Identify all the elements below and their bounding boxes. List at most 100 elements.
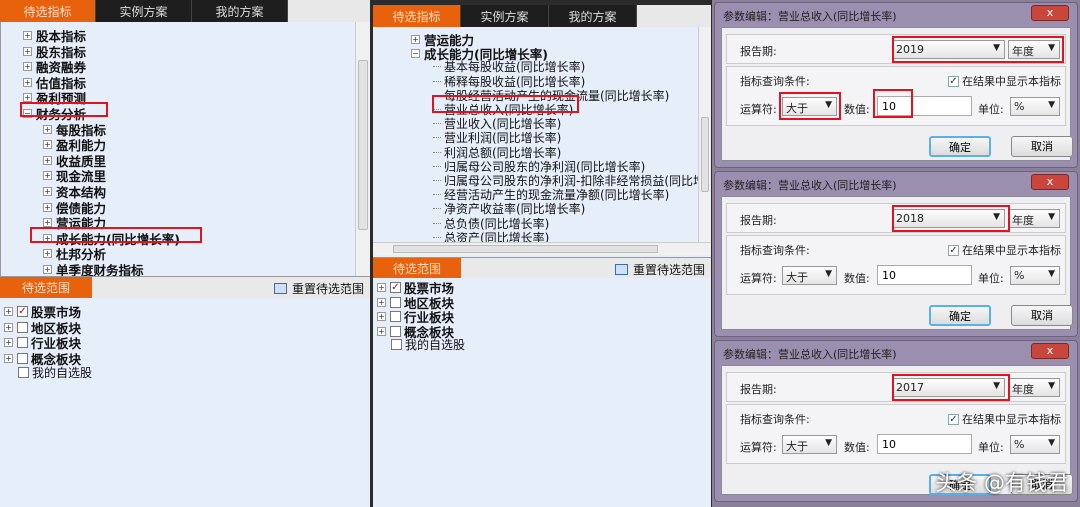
tab-candidate-indicators[interactable]: 待选指标 <box>373 5 461 27</box>
condition-label: 指标查询条件: <box>740 244 810 257</box>
close-button[interactable]: x <box>1031 5 1069 21</box>
expand-icon[interactable]: + <box>43 140 52 150</box>
expand-icon[interactable]: + <box>23 31 32 40</box>
highlight-operator <box>779 92 841 120</box>
tab-candidate-indicators[interactable]: 待选指标 <box>0 0 96 22</box>
unit-select[interactable]: % ▼ <box>1010 435 1060 454</box>
close-button[interactable]: x <box>1031 174 1069 190</box>
tree-line <box>433 208 441 210</box>
unit-select[interactable]: % ▼ <box>1010 266 1060 285</box>
checkbox[interactable] <box>18 367 29 378</box>
reset-range-button[interactable]: 重置待选范围 <box>273 280 364 297</box>
expand-icon[interactable]: + <box>411 35 420 44</box>
checkbox[interactable] <box>17 337 28 348</box>
show-in-result-checkbox[interactable]: ✓ 在结果中显示本指标 <box>948 73 1061 89</box>
expand-icon[interactable]: + <box>43 171 52 181</box>
checkbox[interactable]: ✓ <box>390 282 401 293</box>
show-in-result-checkbox[interactable]: ✓ 在结果中显示本指标 <box>948 242 1061 258</box>
reset-icon <box>614 264 628 275</box>
expand-icon[interactable]: + <box>4 307 13 316</box>
expand-icon[interactable]: + <box>43 265 52 274</box>
highlight-period <box>892 36 1064 63</box>
expand-icon[interactable]: + <box>23 62 32 72</box>
range-tree: + ✓ 股票市场 + 地区板块 + 行业板块 + 概念板块 我的自选股 <box>0 298 370 388</box>
expand-icon[interactable]: + <box>4 338 13 347</box>
operator-select[interactable]: 大于 ▼ <box>782 435 837 454</box>
middle-tabs: 待选指标 实例方案 我的方案 <box>373 5 711 27</box>
expand-icon[interactable]: + <box>377 297 386 307</box>
range-item[interactable]: 我的自选股 <box>18 364 92 381</box>
chevron-down-icon: ▼ <box>1048 212 1055 222</box>
show-in-result-label: 在结果中显示本指标 <box>962 244 1061 257</box>
left-scrollbar[interactable] <box>355 22 370 276</box>
tab-my-schemes[interactable]: 我的方案 <box>192 0 288 22</box>
expand-icon[interactable]: + <box>43 249 52 259</box>
operator-label: 运算符: <box>740 272 777 285</box>
tree-line <box>433 123 441 125</box>
ok-button[interactable]: 确定 <box>929 136 991 157</box>
highlight-value <box>873 89 913 118</box>
operator-label: 运算符: <box>740 103 777 116</box>
expand-icon[interactable]: + <box>377 326 386 336</box>
checkbox[interactable] <box>391 339 402 350</box>
collapse-icon[interactable]: − <box>411 49 420 59</box>
tree-line <box>433 194 441 196</box>
range-bar: 待选范围 重置待选范围 <box>0 276 370 298</box>
expand-icon[interactable]: + <box>4 353 13 363</box>
highlight-finance <box>20 102 108 117</box>
checkbox-checked-icon: ✓ <box>948 413 959 425</box>
operator-select[interactable]: 大于 ▼ <box>782 266 837 285</box>
cancel-button[interactable]: 取消 <box>1011 305 1073 326</box>
middle-vscrollbar[interactable] <box>698 27 711 242</box>
chevron-down-icon: ▼ <box>1048 100 1055 110</box>
cancel-button[interactable]: 取消 <box>1011 136 1073 157</box>
chevron-down-icon: ▼ <box>825 438 832 448</box>
middle-hscrollbar[interactable] <box>373 242 711 255</box>
tab-example-schemes[interactable]: 实例方案 <box>96 0 192 22</box>
expand-icon[interactable]: + <box>43 202 52 212</box>
range-item[interactable]: 我的自选股 <box>391 336 465 353</box>
expand-icon[interactable]: + <box>377 312 386 321</box>
checkbox[interactable] <box>390 311 401 322</box>
checkbox[interactable] <box>390 325 401 337</box>
expand-icon[interactable]: + <box>43 155 52 165</box>
reset-range-button[interactable]: 重置待选范围 <box>614 261 705 278</box>
range-tree: + ✓ 股票市场 + 地区板块 + 行业板块 + 概念板块 我的自选股 <box>373 277 711 357</box>
left-panel: 待选指标 实例方案 我的方案 + 股本指标 + 股东指标 + 融资融券 + 估值指标 + 盈利预测… <box>0 0 370 507</box>
expand-icon[interactable]: + <box>43 124 52 134</box>
highlight-period <box>892 374 1010 401</box>
tab-my-schemes[interactable]: 我的方案 <box>549 5 637 27</box>
expand-icon[interactable]: + <box>4 322 13 332</box>
expand-icon[interactable]: + <box>377 283 386 292</box>
expand-icon[interactable]: + <box>23 46 32 56</box>
tab-range[interactable]: 待选范围 <box>0 277 92 298</box>
value-input[interactable]: 10 <box>877 434 972 454</box>
show-in-result-checkbox[interactable]: ✓ 在结果中显示本指标 <box>948 411 1061 427</box>
left-tabs: 待选指标 实例方案 我的方案 <box>0 0 370 22</box>
checkbox[interactable] <box>390 296 401 308</box>
expand-icon[interactable]: + <box>23 77 32 87</box>
checkbox[interactable] <box>17 321 28 333</box>
reset-icon <box>273 283 287 294</box>
dialog-title: 参数编辑：营业总收入(同比增长率) <box>723 348 897 361</box>
ok-button[interactable]: 确定 <box>929 305 991 326</box>
checkbox-checked-icon: ✓ <box>948 244 959 256</box>
unit-select[interactable]: % ▼ <box>1010 97 1060 116</box>
close-button[interactable]: x <box>1031 343 1069 359</box>
period-type-select[interactable]: 年度 ▼ <box>1008 209 1060 228</box>
tab-example-schemes[interactable]: 实例方案 <box>461 5 549 27</box>
expand-icon[interactable]: + <box>43 187 52 196</box>
unit-value: % <box>1014 269 1025 282</box>
condition-label: 指标查询条件: <box>740 413 810 426</box>
value-label: 数值: <box>844 272 870 285</box>
checkbox[interactable]: ✓ <box>17 306 28 317</box>
expand-icon[interactable]: + <box>43 218 52 228</box>
period-type-select[interactable]: 年度 ▼ <box>1008 378 1060 397</box>
show-in-result-label: 在结果中显示本指标 <box>962 75 1061 88</box>
dialog-body: 报告期: 2018 ▼ 年度 ▼ 指标查询条件: ✓ 在结果中显示本指标 运算符: 大于 ▼ 数值: 1… <box>721 196 1073 330</box>
unit-value: % <box>1014 438 1025 451</box>
checkbox[interactable] <box>17 352 28 364</box>
indicator-tree: + 营运能力 − 成长能力(同比增长率) 基本每股收益(同比增长率) 稀释每股收益(同比增… <box>373 27 705 245</box>
tab-range[interactable]: 待选范围 <box>373 258 461 278</box>
value-input[interactable]: 10 <box>877 265 972 285</box>
